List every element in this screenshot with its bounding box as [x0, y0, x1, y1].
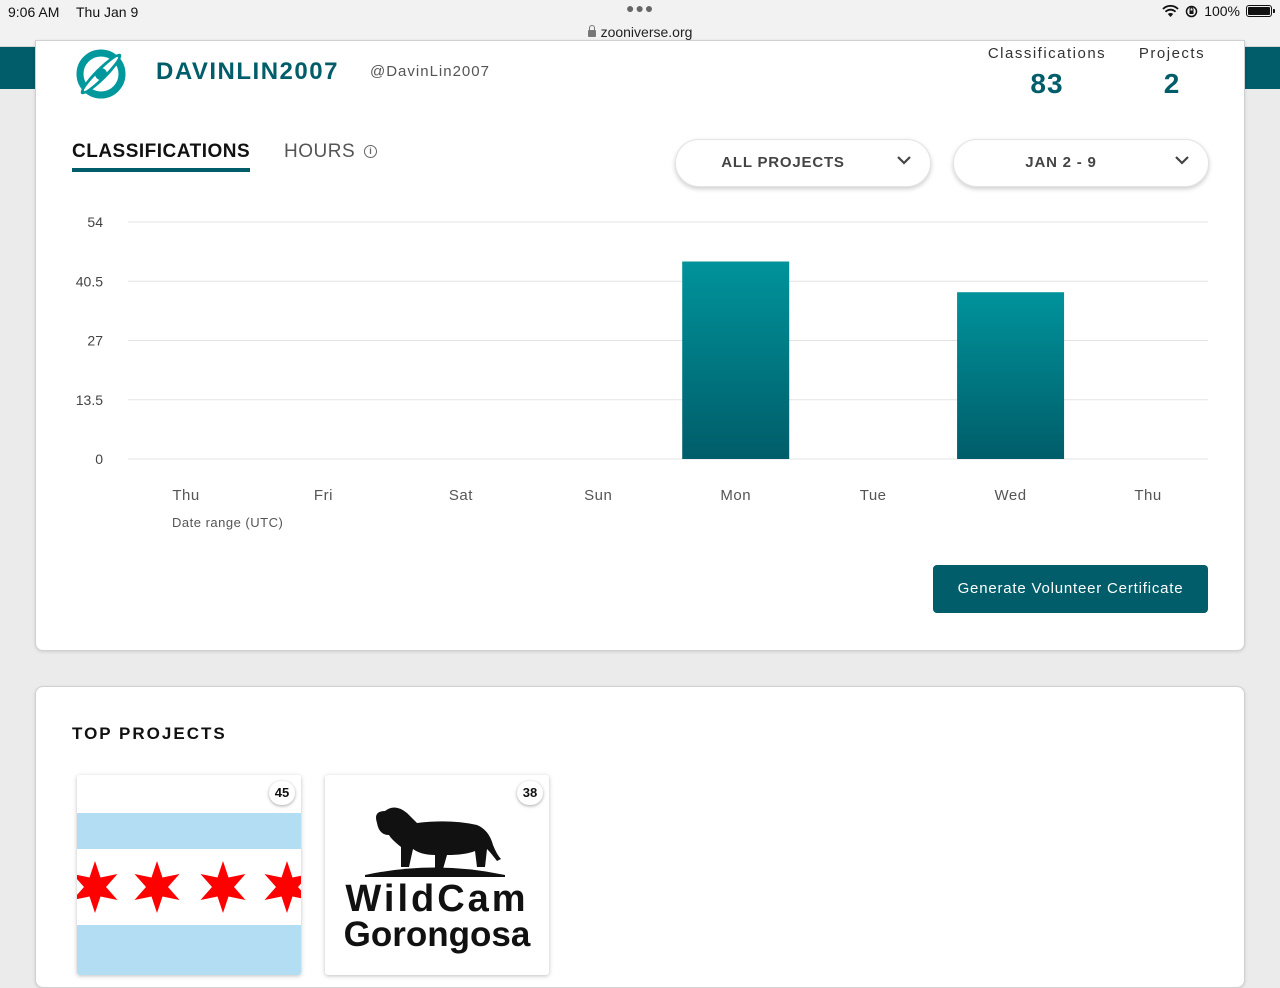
bar-wed-6[interactable] — [957, 292, 1065, 459]
date-range-value: JAN 2 - 9 — [1025, 154, 1097, 171]
date-range-dropdown[interactable]: JAN 2 - 9 — [953, 139, 1209, 187]
wildcam-logo-line2: Gorongosa — [343, 915, 531, 954]
classifications-stat-label: Classifications — [987, 45, 1107, 62]
y-tick-label: 40.5 — [76, 273, 103, 289]
project-count-badge: 38 — [517, 781, 543, 805]
more-dots-icon[interactable]: ●●● — [626, 0, 654, 16]
address-bar[interactable]: zooniverse.org — [0, 24, 1280, 40]
chicago-flag-image — [77, 775, 301, 975]
zooniverse-logo-icon[interactable] — [72, 47, 130, 101]
battery-percent: 100% — [1204, 3, 1240, 19]
chevron-down-icon — [1175, 156, 1189, 165]
project-filter-value: ALL PROJECTS — [721, 154, 845, 171]
x-tick-label: Thu — [1134, 487, 1161, 504]
project-count-badge: 45 — [269, 781, 295, 805]
y-tick-label: 0 — [95, 451, 103, 467]
y-tick-label: 13.5 — [76, 392, 103, 408]
info-icon[interactable]: i — [364, 145, 377, 158]
orientation-lock-icon — [1185, 5, 1198, 17]
lion-silhouette-icon — [365, 807, 505, 877]
url-text: zooniverse.org — [600, 24, 693, 40]
chevron-down-icon — [897, 156, 911, 165]
bar-mon-4[interactable] — [682, 261, 790, 460]
projects-stat-value: 2 — [1163, 68, 1181, 99]
projects-stat-label: Projects — [1138, 45, 1206, 62]
x-tick-label: Tue — [860, 487, 887, 504]
battery-icon — [1246, 5, 1275, 17]
project-filter-dropdown[interactable]: ALL PROJECTS — [675, 139, 931, 187]
project-card-chicago[interactable]: 45 — [77, 775, 301, 975]
tab-classifications[interactable]: CLASSIFICATIONS — [72, 141, 251, 172]
classifications-bar-chart: 0 13.5 27 40.5 54 Thu Fri Sat Sun Mon Tue Wed Thu Dat… — [76, 214, 1208, 530]
status-time: 9:06 AM — [8, 4, 60, 20]
status-date: Thu Jan 9 — [76, 4, 139, 20]
x-axis-label: Date range (UTC) — [172, 515, 283, 530]
lock-icon — [587, 25, 596, 37]
generate-certificate-button[interactable]: Generate Volunteer Certificate — [933, 565, 1208, 613]
top-projects-title: TOP PROJECTS — [72, 724, 227, 743]
x-tick-label: Sun — [584, 487, 612, 504]
y-tick-label: 54 — [87, 214, 103, 230]
profile-handle: @DavinLin2007 — [370, 63, 490, 80]
project-card-wildcam-gorongosa[interactable]: WildCam Gorongosa 38 — [325, 775, 549, 975]
x-tick-label: Thu — [172, 487, 199, 504]
x-tick-label: Sat — [449, 487, 473, 504]
x-tick-label: Mon — [720, 487, 751, 504]
wifi-icon — [1162, 4, 1179, 17]
x-tick-label: Fri — [314, 487, 333, 504]
classifications-stat-value: 83 — [1030, 68, 1064, 99]
profile-display-name: DAVINLIN2007 — [156, 58, 339, 85]
projects-stat: Projects 2 — [1134, 45, 1210, 100]
x-tick-label: Wed — [995, 487, 1027, 504]
classifications-stat: Classifications 83 — [980, 45, 1114, 100]
tab-hours[interactable]: HOURS — [284, 141, 355, 163]
y-tick-label: 27 — [87, 333, 103, 349]
